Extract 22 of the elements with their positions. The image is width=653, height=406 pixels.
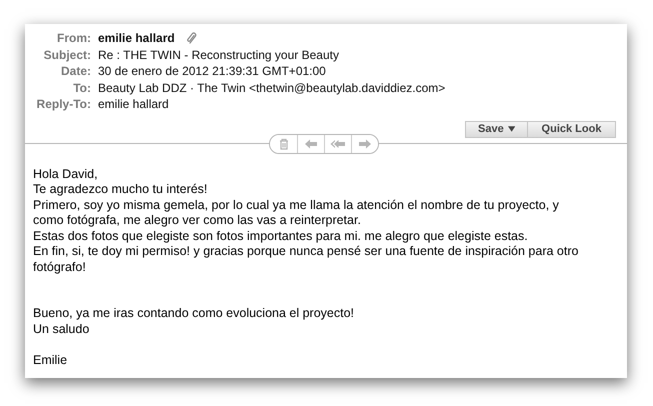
header-value: emilie hallard <box>98 97 169 112</box>
header-value: Re : THE TWIN - Reconstructing your Beauty <box>98 48 339 62</box>
header-label: Subject: <box>42 48 92 62</box>
message-line: Te agradezco mucho tu interés! <box>33 182 208 198</box>
message-line: Emilie <box>33 352 68 368</box>
header-label: Date: <box>60 64 92 78</box>
message-line: Bueno, ya me iras contando como evoluciona el proyecto! <box>33 306 356 322</box>
header-label: To: <box>72 80 92 95</box>
message-line: fotógrafo! <box>33 260 87 275</box>
header-label: From: <box>56 31 92 46</box>
message-line: Un saludo <box>33 322 90 337</box>
message-line: Hola David, <box>33 166 99 182</box>
message-line: Estas dos fotos que elegiste son fotos importantes para mi. me alegro que elegiste estas. <box>33 228 529 244</box>
message-line: Primero, soy yo misma gemela, por lo cual ya me llama la atención el nombre de tu proyecto, y <box>33 198 560 213</box>
save-button[interactable]: Save <box>465 120 528 138</box>
header-value: Beauty Lab DDZ · The Twin <thetwin@beautylab.daviddiez.com> <box>98 80 446 95</box>
header-value: 30 de enero de 2012 21:39:31 GMT+01:00 <box>98 64 326 78</box>
header-value: emilie hallard <box>98 31 175 46</box>
message-line: En fin, si, te doy mi permiso! y gracias porque nunca pensé ser una fuente de inspiración para otro <box>33 244 580 260</box>
header-label: Reply-To: <box>36 97 92 112</box>
quick-look-button[interactable]: Quick Look <box>528 120 616 138</box>
message-line: como fotógrafa, me alegro ver como las vas a reinterpretar. <box>33 213 362 228</box>
